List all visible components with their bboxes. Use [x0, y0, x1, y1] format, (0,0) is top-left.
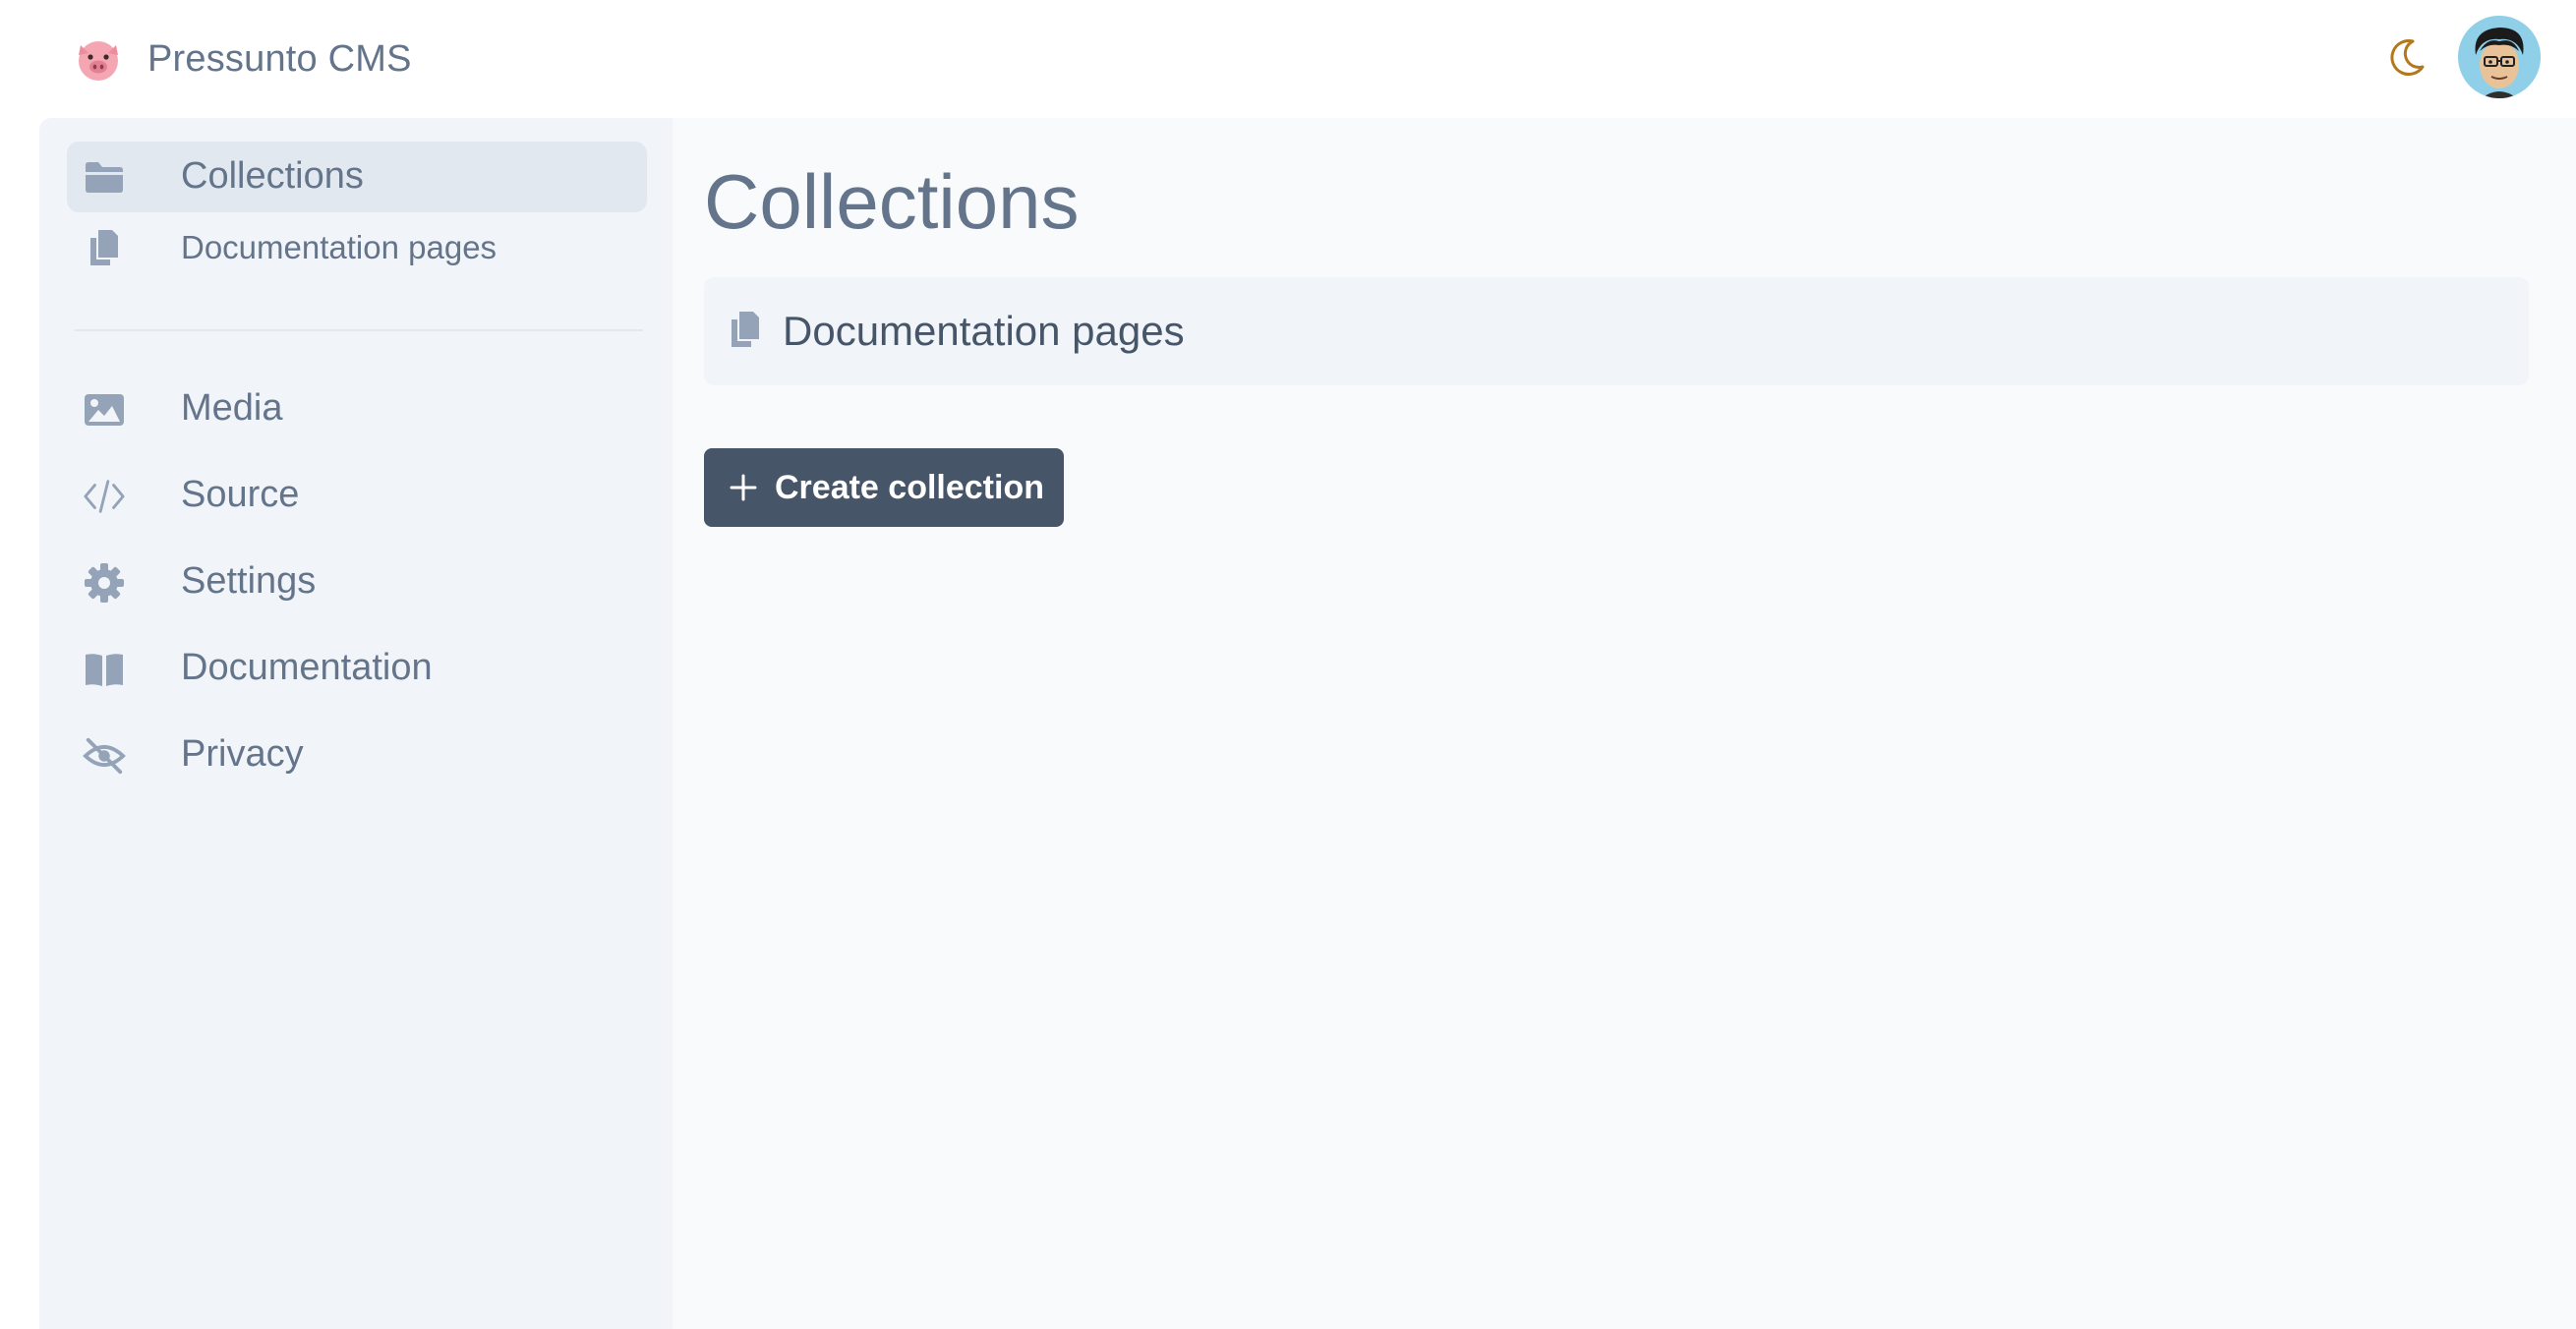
- sidebar-item-privacy[interactable]: Privacy: [67, 722, 647, 790]
- code-icon: [83, 475, 126, 518]
- sidebar-divider: [75, 329, 643, 331]
- collection-item-documentation-pages[interactable]: Documentation pages: [704, 277, 2529, 385]
- sidebar-item-label: Source: [181, 474, 300, 515]
- sidebar-item-documentation-pages[interactable]: Documentation pages: [67, 220, 647, 275]
- copy-icon: [724, 308, 767, 351]
- plus-icon: [730, 474, 757, 501]
- sidebar-item-collections[interactable]: Collections: [67, 142, 647, 212]
- sidebar-item-label: Collections: [181, 155, 364, 197]
- folder-icon: [83, 155, 126, 199]
- sidebar-item-label: Settings: [181, 560, 317, 602]
- create-collection-label: Create collection: [775, 468, 1044, 506]
- sidebar-item-label: Privacy: [181, 733, 304, 775]
- main-content: Collections Documentation pages Create c…: [673, 118, 2576, 1329]
- pig-face-icon: [79, 41, 118, 81]
- user-avatar[interactable]: [2458, 16, 2541, 98]
- moon-icon: [2390, 39, 2425, 76]
- eye-slash-icon: [83, 734, 126, 778]
- sidebar-item-documentation[interactable]: Documentation: [67, 635, 647, 704]
- sidebar-item-label: Media: [181, 387, 283, 429]
- sidebar-item-media[interactable]: Media: [67, 376, 647, 444]
- app-name: Pressunto CMS: [147, 37, 412, 80]
- sidebar-item-label: Documentation: [181, 647, 433, 688]
- gear-icon: [83, 561, 126, 605]
- sidebar: Collections Documentation pages Media So…: [39, 118, 673, 1329]
- sidebar-item-label: Documentation pages: [181, 229, 498, 265]
- app-shell: Collections Documentation pages Media So…: [39, 118, 2576, 1329]
- sidebar-item-source[interactable]: Source: [67, 462, 647, 531]
- image-icon: [83, 388, 126, 432]
- avatar-illustration: [2458, 16, 2541, 98]
- brand[interactable]: Pressunto CMS: [73, 29, 412, 88]
- page-title: Collections: [704, 158, 1080, 245]
- create-collection-button[interactable]: Create collection: [704, 448, 1064, 527]
- collection-label: Documentation pages: [783, 308, 1185, 354]
- copy-icon: [83, 226, 126, 269]
- sidebar-item-settings[interactable]: Settings: [67, 549, 647, 617]
- theme-toggle-button[interactable]: [2379, 29, 2434, 85]
- book-icon: [83, 648, 126, 691]
- top-bar: Pressunto CMS: [0, 0, 2576, 118]
